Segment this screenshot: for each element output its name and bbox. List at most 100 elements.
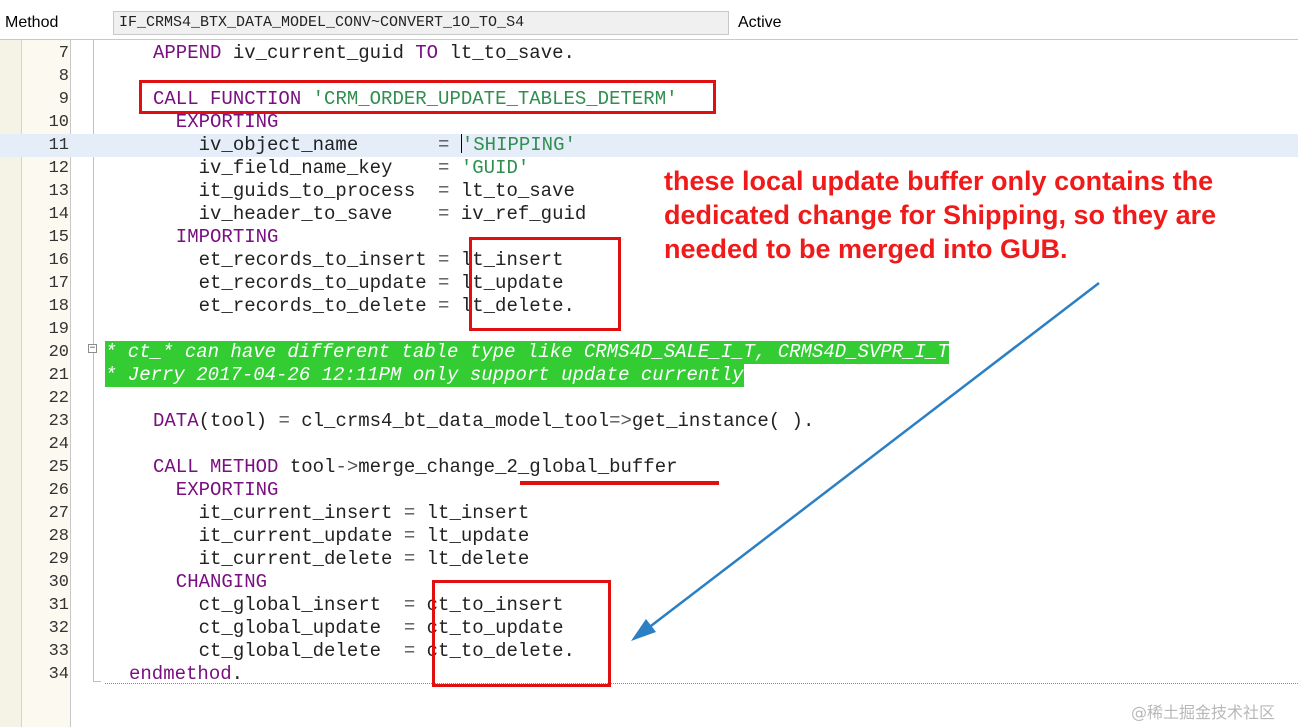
code-text: EXPORTING — [153, 111, 279, 134]
code-token: = — [438, 180, 450, 202]
method-header-bar: Method IF_CRMS4_BTX_DATA_MODEL_CONV~CONV… — [0, 0, 1298, 40]
code-text: iv_object_name = 'SHIPPING' — [153, 134, 576, 157]
code-line[interactable]: 18 et_records_to_delete = lt_delete. — [0, 295, 1298, 318]
code-text: it_current_insert = lt_insert — [153, 502, 530, 525]
code-editor[interactable]: 7 APPEND iv_current_guid TO lt_to_save. 8 9… — [0, 40, 1298, 727]
code-comment: * ct_* can have different table type lik… — [105, 341, 949, 364]
line-number: 25 — [48, 458, 69, 477]
line-number: 24 — [48, 435, 69, 454]
code-token: = — [278, 410, 290, 432]
line-number: 29 — [48, 550, 69, 569]
code-token: . — [231, 663, 244, 685]
code-token: cl_crms4_bt_data_model_tool — [289, 410, 610, 432]
collapse-toggle-icon[interactable]: − — [88, 344, 97, 353]
code-token: = — [403, 617, 416, 639]
line-number: 34 — [48, 665, 69, 684]
underline-merge-method — [520, 481, 719, 485]
code-token: = — [438, 203, 450, 225]
code-token: iv_object_name — [153, 134, 439, 156]
line-number: 33 — [48, 642, 69, 661]
line-number: 28 — [48, 527, 69, 546]
code-token: = — [438, 249, 450, 271]
line-number: 7 — [58, 44, 69, 63]
line-number: 22 — [48, 389, 69, 408]
code-line[interactable]: 20 * ct_* can have different table type l… — [0, 341, 1298, 364]
code-line[interactable]: 30 CHANGING — [0, 571, 1298, 594]
line-number: 32 — [48, 619, 69, 638]
code-token: it_guids_to_process — [153, 180, 439, 202]
code-token: it_current_update — [153, 525, 404, 547]
string-literal: 'SHIPPING' — [461, 134, 576, 156]
code-line[interactable]: 28 it_current_update = lt_update — [0, 525, 1298, 548]
code-token: = — [438, 295, 450, 317]
code-text: it_guids_to_process = lt_to_save — [153, 180, 575, 203]
line-number: 8 — [58, 67, 69, 86]
code-token: iv_header_to_save — [153, 203, 439, 225]
code-token: iv_field_name_key — [153, 157, 439, 179]
code-token: ct_global_delete — [153, 640, 404, 662]
code-token: lt_to_save — [449, 180, 575, 202]
code-line[interactable]: 31 ct_global_insert = ct_to_insert — [0, 594, 1298, 617]
code-token: (tool) — [198, 410, 279, 432]
line-number: 20 — [48, 343, 69, 362]
code-line[interactable]: 17 et_records_to_update = lt_update — [0, 272, 1298, 295]
code-token: et_records_to_delete — [153, 295, 439, 317]
line-number: 10 — [48, 113, 69, 132]
code-token: it_current_delete — [153, 548, 404, 570]
line-number: 23 — [48, 412, 69, 431]
code-line[interactable]: 21 * Jerry 2017-04-26 12:11PM only suppor… — [0, 364, 1298, 387]
highlight-box-lt-records — [469, 237, 621, 331]
code-token: iv_current_guid — [221, 42, 416, 64]
code-line[interactable]: 27 it_current_insert = lt_insert — [0, 502, 1298, 525]
code-token: = — [438, 272, 450, 294]
code-token: ct_global_update — [153, 617, 404, 639]
code-line[interactable]: 29 it_current_delete = lt_delete — [0, 548, 1298, 571]
code-comment: * Jerry 2017-04-26 12:11PM only support … — [105, 364, 744, 387]
line-number: 19 — [48, 320, 69, 339]
abap-keyword: IMPORTING — [153, 226, 279, 248]
method-name-field[interactable]: IF_CRMS4_BTX_DATA_MODEL_CONV~CONVERT_1O_… — [113, 11, 729, 35]
abap-keyword: EXPORTING — [153, 111, 279, 133]
line-number: 30 — [48, 573, 69, 592]
code-token: lt_insert — [415, 502, 530, 524]
code-line[interactable]: 25 CALL METHOD tool->merge_change_2_globa… — [0, 456, 1298, 479]
code-token: = — [403, 594, 416, 616]
code-line[interactable]: 11 iv_object_name = 'SHIPPING' — [0, 134, 1298, 157]
abap-keyword: CALL METHOD — [153, 456, 279, 478]
string-literal: 'GUID' — [460, 157, 530, 179]
code-token: lt_to_save. — [438, 42, 575, 64]
line-number: 26 — [48, 481, 69, 500]
line-number: 11 — [48, 136, 69, 155]
code-line[interactable]: 32 ct_global_update = ct_to_update — [0, 617, 1298, 640]
line-number: 18 — [48, 297, 69, 316]
code-token: = — [438, 134, 450, 156]
code-token: it_current_insert — [153, 502, 404, 524]
code-token: get_instance( ). — [631, 410, 815, 432]
code-token: tool — [278, 456, 336, 478]
code-line[interactable]: 23 DATA(tool) = cl_crms4_bt_data_model_to… — [0, 410, 1298, 433]
code-token: lt_update — [415, 525, 530, 547]
code-line[interactable]: 33 ct_global_delete = ct_to_delete. — [0, 640, 1298, 663]
code-line[interactable]: 19 — [0, 318, 1298, 341]
abap-keyword: DATA — [153, 410, 199, 432]
abap-keyword: endmethod — [129, 663, 232, 685]
code-line[interactable]: 7 APPEND iv_current_guid TO lt_to_save. — [0, 42, 1298, 65]
code-text: it_current_delete = lt_delete — [153, 548, 530, 571]
code-line[interactable]: 10 EXPORTING — [0, 111, 1298, 134]
line-number: 13 — [48, 182, 69, 201]
highlight-box-ct-records — [432, 580, 611, 687]
code-line[interactable]: 24 — [0, 433, 1298, 456]
line-number: 17 — [48, 274, 69, 293]
code-token: -> — [335, 456, 359, 478]
code-token: = — [403, 640, 416, 662]
line-number: 27 — [48, 504, 69, 523]
code-token: = — [403, 548, 416, 570]
code-text: CALL METHOD tool->merge_change_2_global_… — [153, 456, 678, 479]
code-text: APPEND iv_current_guid TO lt_to_save. — [153, 42, 575, 65]
watermark: @稀土掘金技术社区 — [1131, 703, 1276, 722]
line-number: 21 — [48, 366, 69, 385]
code-text: IMPORTING — [153, 226, 279, 249]
code-line[interactable]: 22 — [0, 387, 1298, 410]
